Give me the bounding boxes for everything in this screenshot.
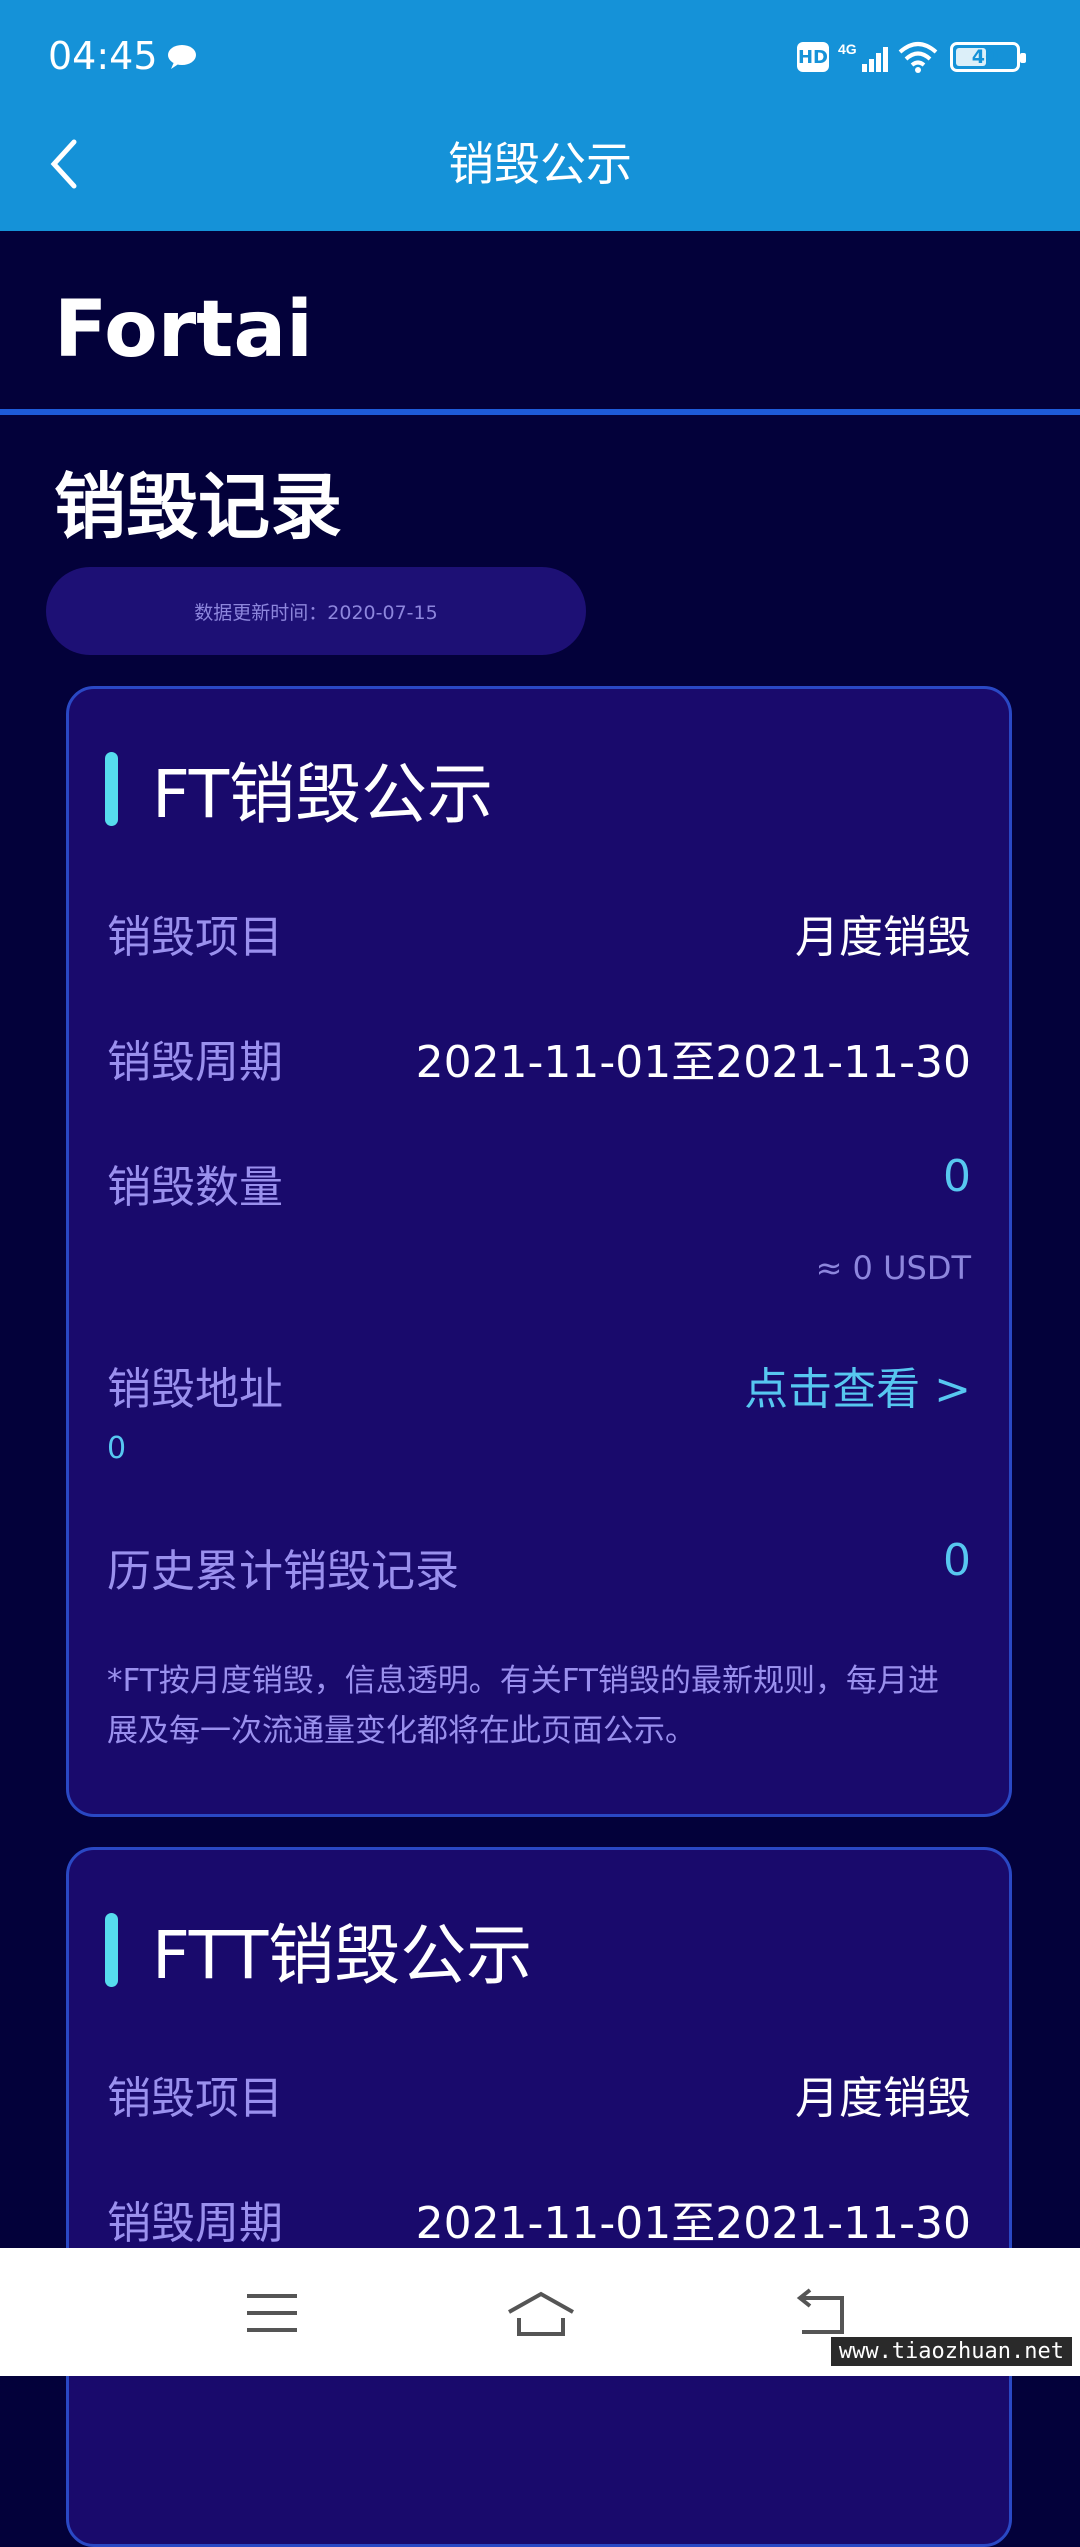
burn-amount-label: 销毁数量 xyxy=(107,1162,283,1213)
burn-address-label: 销毁地址 xyxy=(107,1364,283,1415)
burn-period-label: 销毁周期 xyxy=(107,1037,283,1088)
system-nav-bar: www.tiaozhuan.net xyxy=(0,2248,1080,2376)
card-title: FT销毁公示 xyxy=(152,756,494,833)
status-time: 04:45 xyxy=(48,34,158,78)
signal-icon: 4G xyxy=(838,41,888,72)
wifi-icon xyxy=(898,42,938,73)
burn-history-label: 历史累计销毁记录 xyxy=(107,1546,459,1597)
burn-amount-usdt: ≈ 0 USDT xyxy=(815,1249,971,1287)
burn-period-value: 2021-11-01至2021-11-30 xyxy=(415,1037,971,1088)
view-address-link[interactable]: 点击查看 > xyxy=(744,1353,971,1417)
card-title: FTT销毁公示 xyxy=(152,1917,533,1994)
update-time-text: 数据更新时间：2020-07-15 xyxy=(194,601,438,624)
burn-period-label: 销毁周期 xyxy=(107,2198,283,2249)
battery-icon: 40 xyxy=(950,42,1026,72)
burn-period-row: 销毁周期 2021-11-01至2021-11-30 xyxy=(107,2187,971,2249)
page-title: 销毁公示 xyxy=(448,137,632,191)
burn-history-value: 0 xyxy=(943,1535,971,1586)
svg-text:4G: 4G xyxy=(838,41,857,57)
card-header: FT销毁公示 xyxy=(105,749,493,833)
back-icon[interactable] xyxy=(792,2288,852,2338)
battery-level: 40 xyxy=(971,46,999,68)
status-bar: 04:45 HD 4G 40 xyxy=(0,0,1080,118)
burn-address-value: 0 xyxy=(107,1431,127,1466)
burn-history-row: 历史累计销毁记录 0 xyxy=(107,1535,971,1597)
burn-item-value: 月度销毁 xyxy=(795,912,971,963)
top-bar: 04:45 HD 4G 40 销毁公示 xyxy=(0,0,1080,231)
card-header: FTT销毁公示 xyxy=(105,1910,532,1994)
menu-icon[interactable] xyxy=(242,2288,302,2338)
divider xyxy=(0,409,1080,415)
hd-icon: HD xyxy=(797,42,829,72)
burn-amount-row: 销毁数量 0 xyxy=(107,1151,971,1213)
section-title: 销毁记录 xyxy=(54,465,343,549)
burn-period-value: 2021-11-01至2021-11-30 xyxy=(415,2198,971,2249)
chat-bubble-icon xyxy=(168,45,196,69)
burn-item-row: 销毁项目 月度销毁 xyxy=(107,2062,971,2124)
burn-amount-value: 0 xyxy=(943,1151,971,1202)
ftt-burn-card: FTT销毁公示 销毁项目 月度销毁 销毁周期 2021-11-01至2021-1… xyxy=(66,1847,1012,2547)
brand-name: Fortai xyxy=(54,285,313,375)
watermark: www.tiaozhuan.net xyxy=(830,2337,1072,2366)
burn-item-row: 销毁项目 月度销毁 xyxy=(107,901,971,963)
burn-note: *FT按月度销毁，信息透明。有关FT销毁的最新规则，每月进展及每一次流通量变化都… xyxy=(107,1663,939,1749)
update-time-badge: 数据更新时间：2020-07-15 xyxy=(46,567,586,655)
accent-bar xyxy=(105,1913,118,1987)
burn-address-row: 销毁地址 点击查看 > xyxy=(107,1353,971,1415)
home-icon[interactable] xyxy=(505,2288,577,2338)
accent-bar xyxy=(105,752,118,826)
burn-period-row: 销毁周期 2021-11-01至2021-11-30 xyxy=(107,1026,971,1088)
burn-item-value: 月度销毁 xyxy=(795,2073,971,2124)
ft-burn-card: FT销毁公示 销毁项目 月度销毁 销毁周期 2021-11-01至2021-11… xyxy=(66,686,1012,1817)
burn-item-label: 销毁项目 xyxy=(107,2073,283,2124)
burn-item-label: 销毁项目 xyxy=(107,912,283,963)
